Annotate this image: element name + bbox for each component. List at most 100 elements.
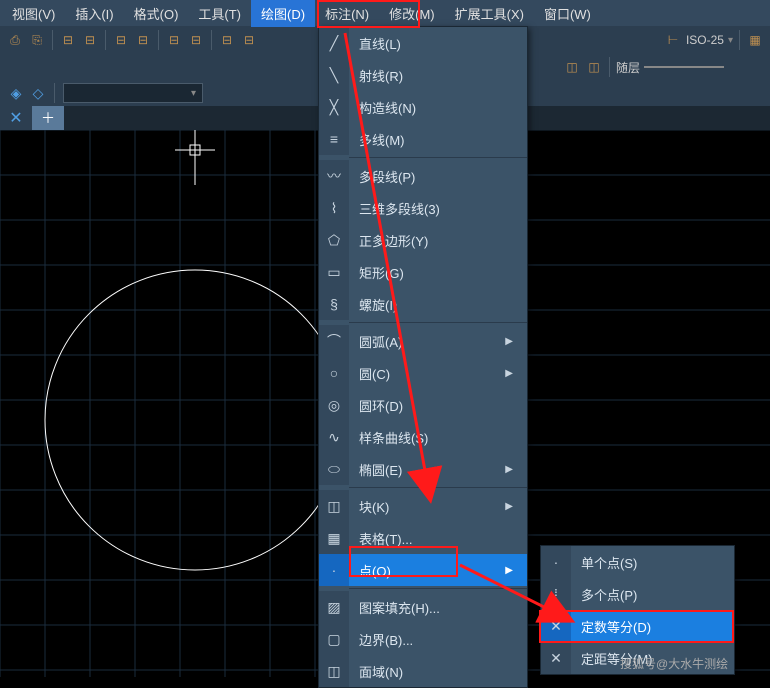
point-icon: ·: [325, 561, 343, 579]
submenu-arrow-icon: ▶: [505, 501, 519, 512]
submenu-arrow-icon: ▶: [505, 368, 519, 379]
menu-label: 正多边形(Y): [349, 231, 519, 250]
menu-item-donut[interactable]: ◎圆环(D): [319, 389, 527, 421]
menu-item-circle[interactable]: ○ 圆(C)▶: [319, 357, 527, 389]
pt1-icon: ·: [547, 553, 565, 571]
menu-label: 多个点(P): [571, 585, 726, 604]
menu-express[interactable]: 扩展工具(X): [445, 0, 534, 27]
ellipse-icon: ⬭: [325, 460, 343, 478]
tab-new-button[interactable]: ＋: [32, 106, 64, 130]
menu-label: 多段线(P): [349, 167, 519, 186]
menu-item-helix[interactable]: §螺旋(I): [319, 288, 527, 320]
menu-item-ptm[interactable]: ⁞ 多个点(P): [541, 578, 734, 610]
polygon-icon: ⬠: [325, 231, 343, 249]
toolbar-icon[interactable]: ⎘: [28, 31, 46, 49]
region-icon: ◫: [325, 662, 343, 680]
menu-label: 三维多段线(3): [349, 199, 519, 218]
toolbar-icon[interactable]: ⊟: [112, 31, 130, 49]
menu-item-polygon[interactable]: ⬠ 正多边形(Y): [319, 224, 527, 256]
donut-icon: ◎: [325, 396, 343, 414]
menu-label: 多线(M): [349, 130, 519, 149]
separator: [158, 30, 159, 50]
menu-item-pt1[interactable]: ·单个点(S): [541, 546, 734, 578]
menu-label: 图案填充(H)...: [349, 598, 519, 617]
menu-item-hatch[interactable]: ▨ 图案填充(H)...: [319, 591, 527, 623]
menu-item-mline[interactable]: ≡多线(M): [319, 123, 527, 155]
menu-tools[interactable]: 工具(T): [188, 0, 251, 27]
layer-icon[interactable]: ◇: [30, 85, 46, 101]
menu-dimension[interactable]: 标注(N): [315, 0, 379, 27]
circle-icon: ○: [325, 364, 343, 382]
menu-separator: [349, 157, 527, 158]
toolbar-icon[interactable]: ⊟: [81, 31, 99, 49]
menu-item-rect[interactable]: ▭ 矩形(G): [319, 256, 527, 288]
menu-label: 面域(N): [349, 662, 519, 681]
helix-icon: §: [325, 295, 343, 313]
menu-item-ellipse[interactable]: ⬭ 椭圆(E)▶: [319, 453, 527, 485]
watermark: 搜狐号@大水牛测绘: [620, 655, 728, 672]
toolbar-icon[interactable]: ⊟: [59, 31, 77, 49]
menu-item-boundary[interactable]: ▢ 边界(B)...: [319, 623, 527, 655]
menu-modify[interactable]: 修改(M): [379, 0, 445, 27]
toolbar-icon[interactable]: ◫: [563, 58, 581, 76]
toolbar-icon[interactable]: ⊟: [187, 31, 205, 49]
dim-style-dropdown[interactable]: ISO-25: [686, 33, 724, 47]
menu-label: 边界(B)...: [349, 630, 519, 649]
menu-item-xline[interactable]: ╳构造线(N): [319, 91, 527, 123]
menu-label: 矩形(G): [349, 263, 519, 282]
menu-label: 块(K): [349, 497, 505, 516]
divide-icon: ✕: [547, 617, 565, 635]
submenu-arrow-icon: ▶: [505, 464, 519, 475]
toolbar-icon[interactable]: ◫: [585, 58, 603, 76]
toolbar-icon[interactable]: ▦: [746, 31, 764, 49]
xline-icon: ╳: [325, 98, 343, 116]
hatch-icon: ▨: [325, 598, 343, 616]
dim-icon[interactable]: ⊢: [664, 31, 682, 49]
toolbar-icon[interactable]: ⊟: [218, 31, 236, 49]
pline-icon: 〰: [325, 167, 343, 185]
menu-separator: [349, 487, 527, 488]
menu-format[interactable]: 格式(O): [124, 0, 189, 27]
menu-label: 椭圆(E): [349, 460, 505, 479]
menu-label: 样条曲线(S): [349, 428, 519, 447]
layer-indicator: 随层: [616, 59, 640, 76]
menu-item-point[interactable]: ·点(O)▶: [319, 554, 527, 586]
layer-icon[interactable]: ◈: [8, 85, 24, 101]
submenu-arrow-icon: ▶: [505, 565, 519, 576]
menu-item-line[interactable]: ╱直线(L): [319, 27, 527, 59]
menu-label: 定数等分(D): [571, 617, 726, 636]
separator: [52, 30, 53, 50]
menu-item-3dpoly[interactable]: ⌇三维多段线(3): [319, 192, 527, 224]
menu-view[interactable]: 视图(V): [2, 0, 65, 27]
separator: [609, 57, 610, 77]
toolbar-icon[interactable]: ⎙: [6, 31, 24, 49]
menu-label: 表格(T)...: [349, 529, 519, 548]
toolbar-icon[interactable]: ⊟: [165, 31, 183, 49]
menu-item-divide[interactable]: ✕ 定数等分(D): [541, 610, 734, 642]
block-icon: ◫: [325, 497, 343, 515]
spline-icon: ∿: [325, 428, 343, 446]
menu-item-table[interactable]: ▦ 表格(T)...: [319, 522, 527, 554]
menu-item-ray[interactable]: ╲射线(R): [319, 59, 527, 91]
tab-close-button[interactable]: ✕: [0, 106, 32, 130]
menu-label: 射线(R): [349, 66, 519, 85]
menu-item-pline[interactable]: 〰多段线(P): [319, 160, 527, 192]
menu-insert[interactable]: 插入(I): [65, 0, 123, 27]
rect-icon: ▭: [325, 263, 343, 281]
menu-item-arc[interactable]: ⌒圆弧(A)▶: [319, 325, 527, 357]
toolbar-icon[interactable]: ⊟: [240, 31, 258, 49]
boundary-icon: ▢: [325, 630, 343, 648]
menu-item-block[interactable]: ◫ 块(K)▶: [319, 490, 527, 522]
cursor: [175, 130, 215, 185]
menu-item-spline[interactable]: ∿ 样条曲线(S): [319, 421, 527, 453]
table-icon: ▦: [325, 529, 343, 547]
separator: [105, 30, 106, 50]
layer-dropdown[interactable]: ▾: [63, 83, 203, 103]
menu-label: 圆(C): [349, 364, 505, 383]
ptm-icon: ⁞: [547, 585, 565, 603]
menu-item-region[interactable]: ◫ 面域(N): [319, 655, 527, 687]
draw-menu-dropdown: ╱直线(L)╲射线(R)╳构造线(N)≡多线(M)〰多段线(P)⌇三维多段线(3…: [318, 26, 528, 688]
menu-draw[interactable]: 绘图(D): [251, 0, 315, 27]
menu-window[interactable]: 窗口(W): [534, 0, 601, 27]
toolbar-icon[interactable]: ⊟: [134, 31, 152, 49]
